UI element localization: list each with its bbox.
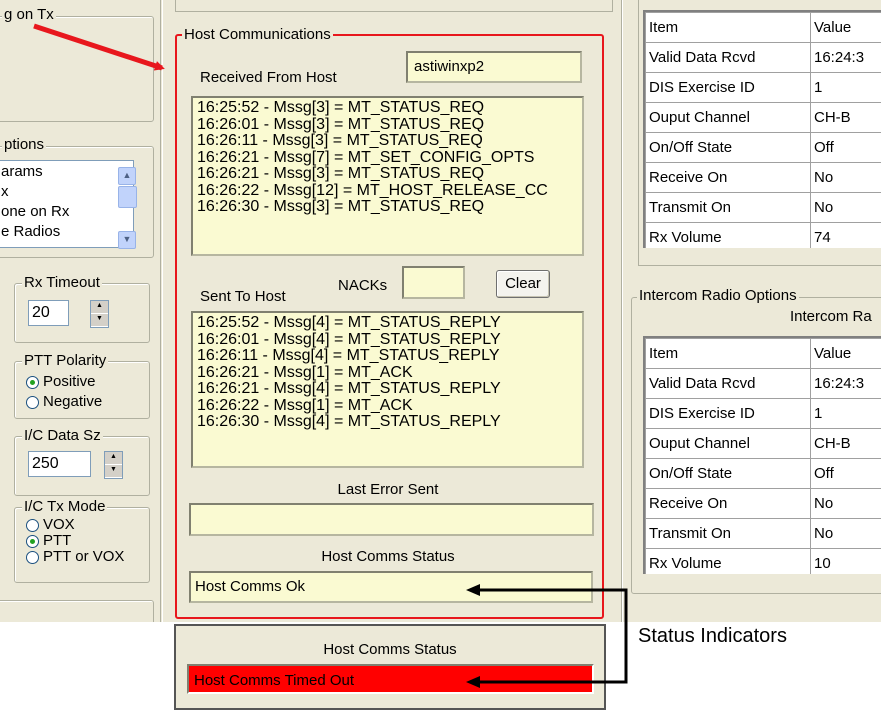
annotation-overlay: [33, 23, 628, 688]
arrow-to-ok-status-icon: [466, 584, 480, 596]
red-arrow: [33, 23, 165, 71]
status-connector-line: [474, 588, 628, 684]
arrow-to-timeout-status-icon: [466, 676, 480, 688]
